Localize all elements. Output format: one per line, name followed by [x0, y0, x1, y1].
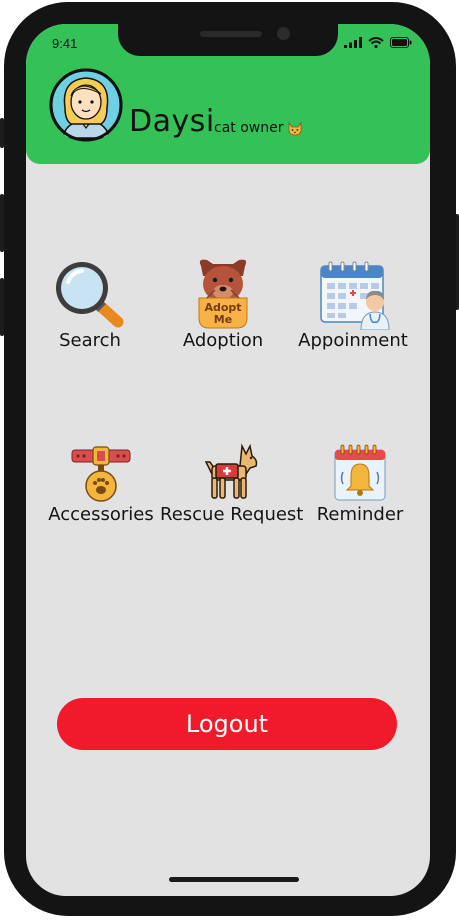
menu-label-accessories: Accessories [48, 504, 154, 525]
menu-label-appointment: Appoinment [298, 330, 408, 351]
menu-item-rescue-request[interactable]: Rescue Request [160, 442, 304, 525]
menu-item-adoption[interactable]: Adopt Me Adoption [168, 258, 278, 351]
status-icons [344, 37, 412, 48]
svg-text:Me: Me [214, 313, 232, 326]
menu-item-accessories[interactable]: Accessories [44, 442, 158, 525]
user-name: Daysi [129, 104, 215, 139]
signal-icon [344, 37, 362, 48]
home-indicator[interactable] [169, 877, 299, 882]
magnifier-icon [56, 262, 124, 328]
menu-item-search[interactable]: Search [40, 258, 140, 351]
rescue-dog-icon [204, 443, 258, 499]
app-screen: 9:41 Daysi cat owner Search Adopt Me Ado… [26, 24, 430, 896]
front-camera [277, 27, 290, 40]
user-avatar[interactable] [49, 68, 123, 142]
calendar-bell-icon [334, 444, 386, 501]
speaker [200, 31, 262, 37]
adopt-me-dog-icon: Adopt Me [198, 259, 248, 329]
battery-icon [390, 37, 412, 48]
menu-label-adoption: Adoption [182, 330, 264, 351]
menu-label-rescue-request: Rescue Request [160, 504, 304, 525]
menu-label-reminder: Reminder [316, 504, 404, 525]
wifi-icon [368, 37, 384, 48]
cat-face-icon [289, 121, 302, 135]
user-role: cat owner [214, 120, 303, 136]
menu-item-reminder[interactable]: Reminder [312, 442, 408, 525]
status-time: 9:41 [52, 36, 78, 51]
menu-label-search: Search [59, 330, 121, 351]
logout-button[interactable]: Logout [57, 698, 397, 750]
calendar-doctor-icon [320, 261, 390, 330]
notch [118, 24, 338, 56]
user-role-text: cat owner [214, 120, 284, 136]
collar-tag-icon [71, 446, 131, 502]
menu-item-appointment[interactable]: Appoinment [296, 258, 410, 351]
